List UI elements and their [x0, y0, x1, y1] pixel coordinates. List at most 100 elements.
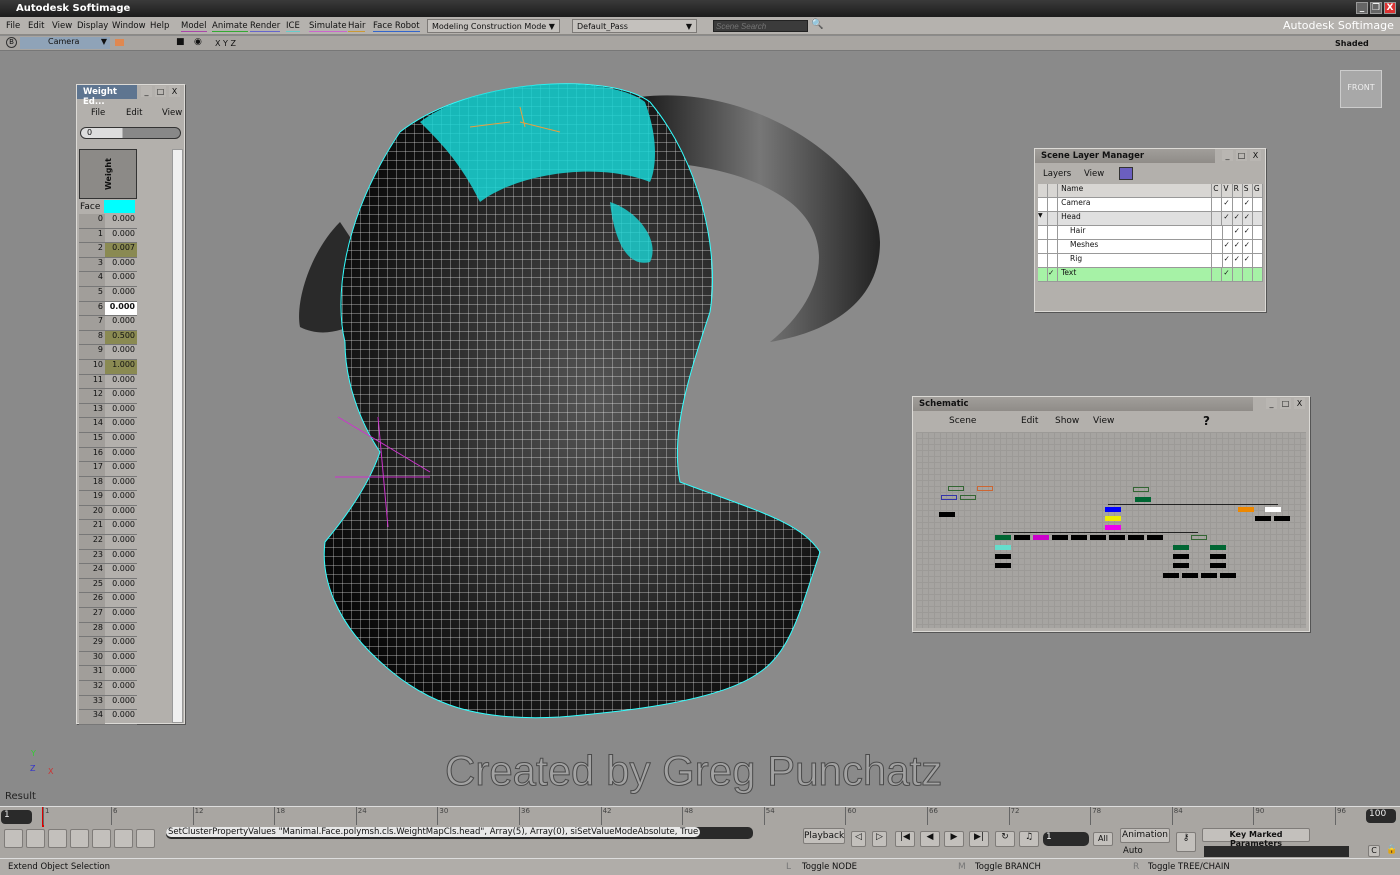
viewport-layout-button[interactable]	[115, 39, 124, 46]
auto-key-button[interactable]: Auto	[1123, 846, 1143, 856]
current-layer-check[interactable]	[1048, 254, 1058, 267]
weight-row[interactable]: 160.000	[79, 448, 137, 463]
minimize-button[interactable]: _	[1356, 2, 1368, 14]
current-frame-input[interactable]: 1	[1043, 832, 1089, 846]
schematic-node[interactable]	[1173, 563, 1189, 568]
layout-right-icon[interactable]	[70, 829, 89, 848]
layer-flag-c[interactable]: C	[1212, 184, 1222, 197]
layer-flag-s[interactable]: ✓	[1243, 240, 1253, 253]
weight-value[interactable]: 0.000	[105, 229, 137, 243]
layer-flag-g[interactable]	[1253, 268, 1263, 281]
animation-menu[interactable]: Animation	[1120, 828, 1170, 843]
schematic-canvas[interactable]	[916, 432, 1306, 628]
weight-value[interactable]: 0.000	[105, 345, 137, 359]
weight-value[interactable]: 0.000	[105, 477, 137, 491]
weight-row[interactable]: 270.000	[79, 608, 137, 623]
key-field[interactable]	[1204, 846, 1349, 857]
layout-split-icon[interactable]	[114, 829, 133, 848]
layer-flag-r[interactable]: R	[1233, 184, 1243, 197]
pass-dropdown[interactable]: Default_Pass▼	[572, 19, 697, 33]
camera-dropdown[interactable]: Camera ▼	[20, 37, 110, 49]
key-marked-parameters-button[interactable]: Key Marked Parameters	[1202, 828, 1310, 842]
schematic-node[interactable]	[1090, 535, 1106, 540]
layer-flag-g[interactable]	[1253, 226, 1263, 239]
menu-animate[interactable]: Animate	[212, 21, 248, 32]
weight-row[interactable]: 190.000	[79, 491, 137, 506]
menu-model[interactable]: Model	[181, 21, 207, 32]
close-icon[interactable]: X	[169, 86, 180, 97]
schematic-node[interactable]	[1014, 535, 1030, 540]
layout-left-icon[interactable]	[4, 829, 23, 848]
weight-value[interactable]: 0.000	[105, 696, 137, 710]
weight-row[interactable]: 20.007	[79, 243, 137, 258]
weight-value[interactable]: 0.000	[105, 302, 137, 316]
menu-hair[interactable]: Hair	[348, 21, 365, 32]
weight-value[interactable]: 0.000	[105, 652, 137, 666]
first-frame-icon[interactable]: |◀	[895, 831, 915, 847]
expander[interactable]: ▼	[1038, 212, 1048, 225]
schematic-node[interactable]	[1274, 516, 1290, 521]
play-backward-icon[interactable]: ◀	[920, 831, 940, 847]
layer-flag-s[interactable]: ✓	[1243, 198, 1253, 211]
weight-value[interactable]: 0.000	[105, 433, 137, 447]
weight-value[interactable]: 0.000	[105, 666, 137, 680]
layer-row[interactable]: ✓Text✓	[1038, 268, 1263, 282]
schematic-node[interactable]	[1182, 573, 1198, 578]
weight-value[interactable]: 0.000	[105, 564, 137, 578]
search-icon[interactable]: 🔍	[811, 19, 823, 30]
menu-edit[interactable]: Edit	[126, 108, 142, 118]
weight-row[interactable]: 90.000	[79, 345, 137, 360]
nav-cube[interactable]: FRONT	[1340, 70, 1382, 108]
schematic-node[interactable]	[1220, 573, 1236, 578]
menu-edit[interactable]: Edit	[28, 21, 44, 31]
menu-view[interactable]: View	[1093, 416, 1114, 426]
schematic-node[interactable]	[1173, 545, 1189, 550]
weight-row[interactable]: 150.000	[79, 433, 137, 448]
weight-editor-title[interactable]: Weight Ed...	[77, 85, 137, 99]
weight-row[interactable]: 130.000	[79, 404, 137, 419]
layer-flag-g[interactable]: G	[1253, 184, 1263, 197]
weight-row[interactable]: 310.000	[79, 666, 137, 681]
layer-row[interactable]: Meshes✓✓✓	[1038, 240, 1263, 254]
menu-view[interactable]: View	[162, 108, 182, 118]
scrollbar[interactable]	[172, 149, 183, 723]
layout-top-icon[interactable]	[26, 829, 45, 848]
weight-row[interactable]: 330.000	[79, 696, 137, 711]
schematic-node[interactable]	[960, 495, 976, 500]
schematic-node[interactable]	[1052, 535, 1068, 540]
weight-value[interactable]: 0.000	[105, 550, 137, 564]
layer-flag-v[interactable]	[1223, 226, 1233, 239]
weight-row[interactable]: 200.000	[79, 506, 137, 521]
menu-ice[interactable]: ICE	[286, 21, 300, 32]
expander[interactable]	[1038, 254, 1048, 267]
layer-flag-c[interactable]	[1212, 212, 1222, 225]
weight-value[interactable]: 1.000	[105, 360, 137, 374]
weight-row[interactable]: 00.000	[79, 214, 137, 229]
weight-value[interactable]: 0.000	[105, 520, 137, 534]
schematic-node[interactable]	[1238, 507, 1254, 512]
weight-row[interactable]: 300.000	[79, 652, 137, 667]
last-frame-icon[interactable]: ▶|	[969, 831, 989, 847]
layer-icon[interactable]	[1119, 167, 1133, 180]
schematic-node[interactable]	[1255, 516, 1271, 521]
weight-row[interactable]: 50.000	[79, 287, 137, 302]
weight-row[interactable]: 140.000	[79, 418, 137, 433]
weight-value[interactable]: 0.000	[105, 258, 137, 272]
close-icon[interactable]: X	[1250, 150, 1261, 161]
play-forward-icon[interactable]: ▶	[944, 831, 964, 847]
weight-value[interactable]: 0.000	[105, 623, 137, 637]
schematic-node[interactable]	[1109, 535, 1125, 540]
schematic-node[interactable]	[1210, 545, 1226, 550]
schematic-node[interactable]	[995, 554, 1011, 559]
menu-window[interactable]: Window	[112, 21, 146, 31]
weight-row[interactable]: 40.000	[79, 272, 137, 287]
mode-dropdown[interactable]: Modeling Construction Mode ▼	[427, 19, 560, 33]
help-button[interactable]: ?	[1203, 414, 1210, 428]
b-button[interactable]: B	[6, 37, 17, 48]
schematic-node[interactable]	[1265, 507, 1281, 512]
weight-value[interactable]: 0.000	[105, 404, 137, 418]
weight-value[interactable]: 0.007	[105, 243, 137, 257]
schematic-node[interactable]	[977, 486, 993, 491]
menu-render[interactable]: Render	[250, 21, 280, 32]
schematic-node[interactable]	[1191, 535, 1207, 540]
